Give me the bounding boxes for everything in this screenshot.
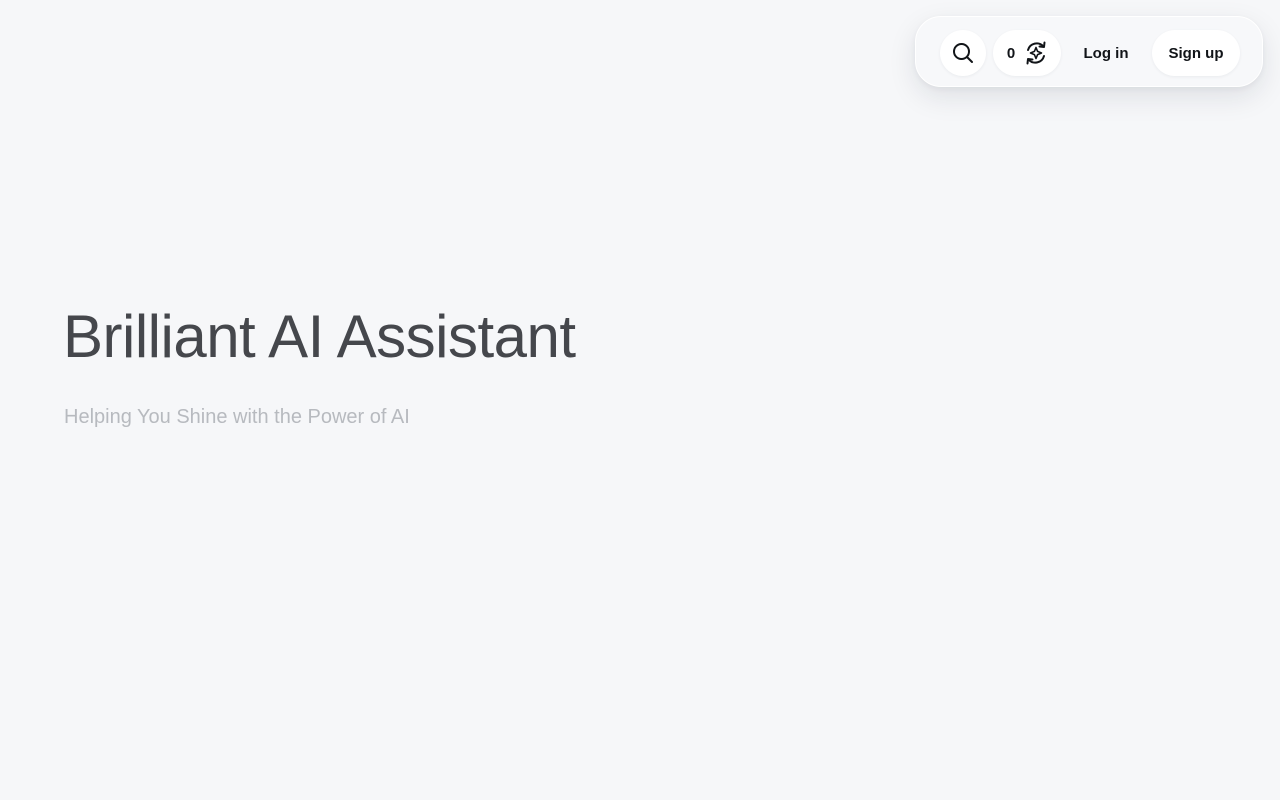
credits-count: 0 bbox=[1006, 44, 1016, 62]
top-nav-bar: 0 Log in Sign up bbox=[915, 16, 1263, 87]
hero-title: Brilliant AI Assistant bbox=[63, 303, 576, 370]
search-button[interactable] bbox=[940, 30, 986, 76]
login-button[interactable]: Log in bbox=[1070, 30, 1142, 76]
search-icon bbox=[952, 42, 974, 64]
credits-refresh-icon bbox=[1023, 40, 1049, 66]
hero-subtitle: Helping You Shine with the Power of AI bbox=[64, 406, 410, 428]
credits-button[interactable]: 0 bbox=[993, 30, 1061, 76]
signup-button[interactable]: Sign up bbox=[1152, 30, 1240, 76]
